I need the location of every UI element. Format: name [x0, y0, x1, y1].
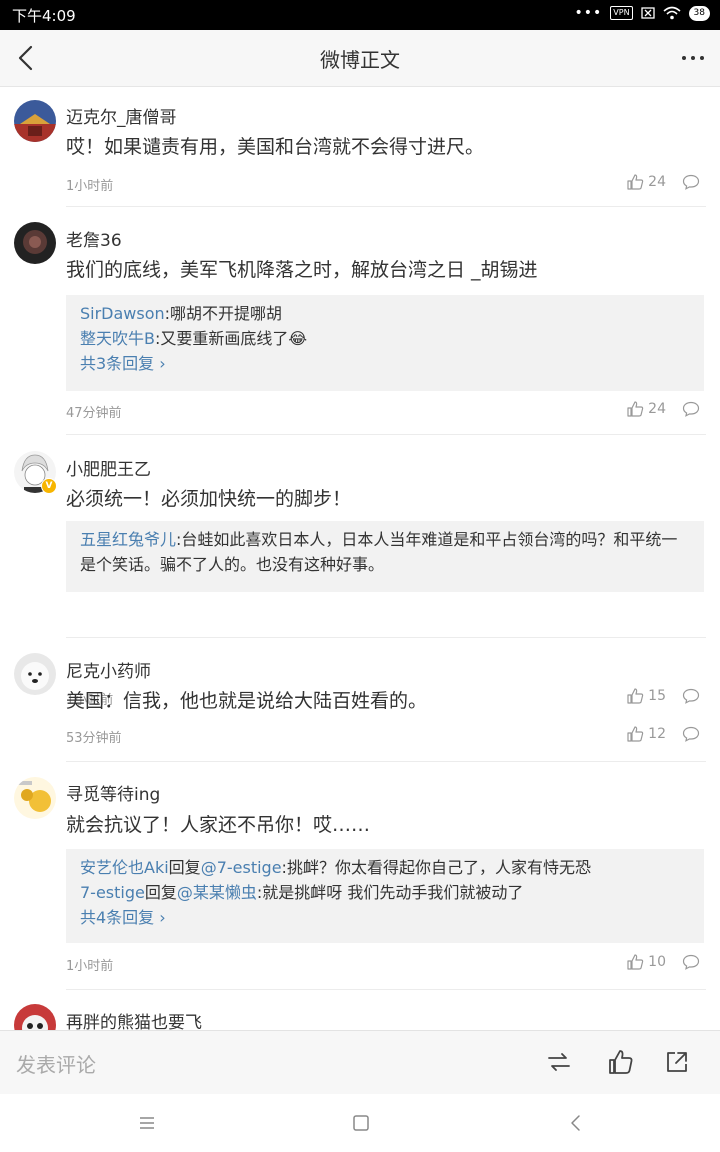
system-back-icon[interactable] [565, 1112, 587, 1134]
comment-username[interactable]: 寻觅等待ing [66, 780, 160, 805]
view-more-replies-link[interactable]: 共4条回复 › [80, 905, 690, 930]
vpn-icon: VPN [610, 6, 633, 20]
more-notifications-icon: ••• [574, 5, 603, 21]
avatar[interactable] [14, 222, 56, 264]
system-nav-bar [0, 1094, 720, 1152]
home-icon[interactable] [350, 1112, 372, 1134]
comment-item: 尼克小药师 美国：信我，他也就是说给大陆百姓看的。 53分钟前 12 [0, 638, 720, 762]
reply-username[interactable]: 安艺伦也Aki [80, 858, 169, 877]
reply-username[interactable]: 整天吹牛B [80, 329, 155, 348]
reply-username[interactable]: SirDawson [80, 304, 165, 323]
thumbs-up-icon [627, 401, 644, 417]
top-nav-bar: 微博正文 [0, 30, 720, 87]
avatar[interactable] [14, 1004, 56, 1030]
reply-text: :挑衅？你太看得起你自己了，人家有恃无恐 [281, 858, 591, 877]
laughing-emoji: 😂 [288, 329, 308, 348]
status-bar: 下午4:09 ••• VPN 38 [0, 0, 720, 30]
comment-item: 迈克尔_唐僧哥 哎！如果谴责有用，美国和台湾就不会得寸进尺。 1小时前 24 [0, 87, 720, 207]
reply-item: SirDawson:哪胡不开提哪胡 [80, 301, 690, 326]
repost-icon[interactable] [546, 1049, 572, 1075]
comment-timestamp: 1小时前 [66, 179, 114, 194]
comment-reply-icon[interactable] [682, 726, 700, 742]
like-count: 10 [648, 954, 666, 970]
thumbs-up-icon [627, 174, 644, 190]
like-count: 12 [648, 726, 666, 742]
bottom-action-bar: 发表评论 [0, 1030, 720, 1095]
comment-reply-icon[interactable] [682, 401, 700, 417]
like-button[interactable]: 24 [627, 174, 666, 190]
reply-box: 五星红兔爷儿:台蛙如此喜欢日本人，日本人当年难道是和平占领台湾的吗？和平统一是个… [66, 521, 704, 592]
comment-item: V 小肥肥王乙 必须统一！必须加快统一的脚步！ 五星红兔爷儿:台蛙如此喜欢日本人… [0, 435, 720, 708]
reply-text: :就是挑衅呀 我们先动手我们就被动了 [256, 883, 524, 902]
status-time: 下午4:09 [12, 7, 76, 25]
page-title: 微博正文 [320, 48, 400, 72]
comment-list: 迈克尔_唐僧哥 哎！如果谴责有用，美国和台湾就不会得寸进尺。 1小时前 24 老… [0, 87, 720, 1030]
more-replies-label: 共3条回复 [80, 354, 155, 373]
reply-item: 五星红兔爷儿:台蛙如此喜欢日本人，日本人当年难道是和平占领台湾的吗？和平统一是个… [80, 527, 690, 577]
comment-username[interactable]: 再胖的熊猫也要飞 [66, 1008, 202, 1030]
reply-item: 安艺伦也Aki回复@7-estige:挑衅？你太看得起你自己了，人家有恃无恐 [80, 855, 690, 880]
like-icon[interactable] [608, 1049, 634, 1075]
share-icon[interactable] [664, 1049, 690, 1075]
view-more-replies-link[interactable]: 共3条回复 › [80, 351, 690, 376]
comment-text: 美国：信我，他也就是说给大陆百姓看的。 [66, 690, 428, 712]
like-button[interactable]: 24 [627, 401, 666, 417]
reply-connector: 回复 [168, 858, 201, 877]
comment-text: 哎！如果谴责有用，美国和台湾就不会得寸进尺。 [66, 136, 485, 158]
battery-icon: 38 [688, 5, 710, 21]
reply-username[interactable]: 7-estige [80, 883, 145, 902]
reply-username[interactable]: 五星红兔爷儿 [80, 530, 176, 549]
comment-timestamp: 47分钟前 [66, 406, 122, 421]
no-sim-icon [640, 7, 655, 19]
status-icons: ••• VPN 38 [574, 5, 710, 21]
reply-box: SirDawson:哪胡不开提哪胡 整天吹牛B:又要重新画底线了😂 共3条回复 … [66, 295, 704, 391]
reply-item: 整天吹牛B:又要重新画底线了😂 [80, 326, 690, 351]
avatar[interactable] [14, 100, 56, 142]
comment-timestamp: 1小时前 [66, 959, 114, 974]
comment-item: 再胖的熊猫也要飞 [0, 990, 720, 1030]
reply-target-username[interactable]: @7-estige [201, 858, 282, 877]
comment-username[interactable]: 老詹36 [66, 226, 122, 251]
thumbs-up-icon [627, 726, 644, 742]
verified-badge-icon: V [41, 478, 57, 494]
comment-text: 必须统一！必须加快统一的脚步！ [66, 488, 352, 510]
comment-username[interactable]: 迈克尔_唐僧哥 [66, 103, 177, 128]
comment-reply-icon[interactable] [682, 174, 700, 190]
comment-item: 老詹36 我们的底线，美军飞机降落之时，解放台湾之日 _胡锡进 SirDawso… [0, 207, 720, 435]
reply-box: 安艺伦也Aki回复@7-estige:挑衅？你太看得起你自己了，人家有恃无恐 7… [66, 849, 704, 943]
comment-input[interactable]: 发表评论 [16, 1049, 96, 1078]
avatar[interactable] [14, 777, 56, 819]
avatar[interactable] [14, 653, 56, 695]
reply-text: :又要重新画底线了 [154, 329, 289, 348]
comment-timestamp: 53分钟前 [66, 731, 122, 746]
more-options-icon[interactable] [680, 44, 706, 72]
reply-target-username[interactable]: @某某懒虫 [177, 883, 257, 902]
menu-icon[interactable] [136, 1112, 158, 1134]
more-replies-label: 共4条回复 [80, 908, 155, 927]
wifi-icon [663, 6, 681, 20]
comment-reply-icon[interactable] [682, 954, 700, 970]
like-button[interactable]: 12 [627, 726, 666, 742]
comment-username[interactable]: 小肥肥王乙 [66, 455, 151, 480]
reply-connector: 回复 [144, 883, 177, 902]
like-count: 24 [648, 174, 666, 190]
chevron-right-icon: › [159, 908, 166, 927]
comment-username[interactable]: 尼克小药师 [66, 657, 151, 682]
like-count: 24 [648, 401, 666, 417]
like-button[interactable]: 10 [627, 954, 666, 970]
comment-text: 就会抗议了！人家还不吊你！哎…… [66, 814, 371, 836]
comment-text: 我们的底线，美军飞机降落之时，解放台湾之日 _胡锡进 [66, 259, 538, 281]
reply-item: 7-estige回复@某某懒虫:就是挑衅呀 我们先动手我们就被动了 [80, 880, 690, 905]
reply-text: :哪胡不开提哪胡 [164, 304, 283, 323]
comment-item: 寻觅等待ing 就会抗议了！人家还不吊你！哎…… 安艺伦也Aki回复@7-est… [0, 762, 720, 990]
thumbs-up-icon [627, 954, 644, 970]
chevron-right-icon: › [159, 354, 166, 373]
